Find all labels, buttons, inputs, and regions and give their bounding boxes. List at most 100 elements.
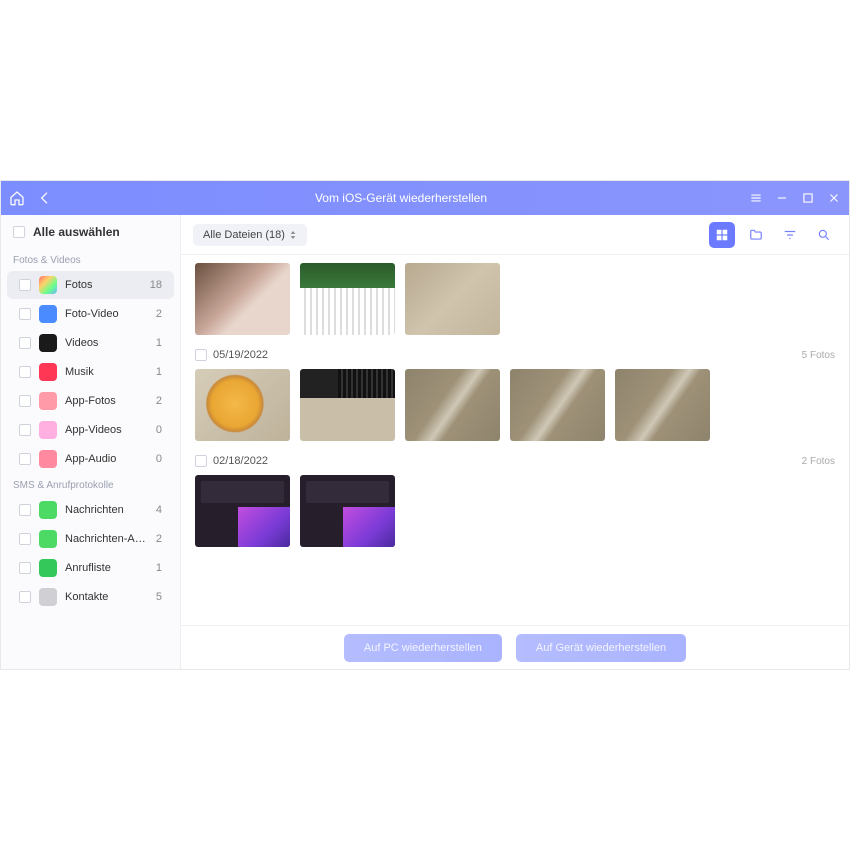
sidebar-item-musik[interactable]: Musik1 bbox=[7, 358, 174, 386]
sidebar-item-checkbox[interactable] bbox=[19, 504, 31, 516]
photo-thumbnail[interactable] bbox=[405, 263, 500, 335]
sidebar-item-checkbox[interactable] bbox=[19, 279, 31, 291]
menu-icon[interactable] bbox=[749, 191, 763, 205]
sidebar: Alle auswählen Fotos & VideosFotos18Foto… bbox=[1, 215, 181, 669]
date-checkbox[interactable] bbox=[195, 349, 207, 361]
date-label: 05/19/2022 bbox=[213, 349, 268, 361]
sidebar-item-count: 1 bbox=[156, 562, 162, 574]
sidebar-item-count: 2 bbox=[156, 308, 162, 320]
date-group: 02/18/2022 2 Fotos bbox=[195, 451, 835, 547]
sidebar-item-label: Nachrichten bbox=[65, 504, 148, 516]
musik-icon bbox=[39, 363, 57, 381]
filter-button[interactable] bbox=[777, 222, 803, 248]
sidebar-item-app-fotos[interactable]: App-Fotos 2 bbox=[7, 387, 174, 415]
sidebar-item-checkbox[interactable] bbox=[19, 562, 31, 574]
photo-thumbnail[interactable] bbox=[300, 475, 395, 547]
sidebar-item-checkbox[interactable] bbox=[19, 591, 31, 603]
sidebar-item-checkbox[interactable] bbox=[19, 453, 31, 465]
sidebar-item-checkbox[interactable] bbox=[19, 308, 31, 320]
filter-icon bbox=[783, 228, 797, 242]
anrufliste-icon bbox=[39, 559, 57, 577]
sidebar-item-count: 18 bbox=[150, 279, 162, 291]
select-all-label: Alle auswählen bbox=[33, 225, 120, 239]
date-header[interactable]: 02/18/2022 2 Fotos bbox=[195, 451, 835, 475]
folder-icon bbox=[749, 228, 763, 242]
date-checkbox[interactable] bbox=[195, 455, 207, 467]
select-all-checkbox[interactable] bbox=[13, 226, 25, 238]
search-icon bbox=[817, 228, 831, 242]
sidebar-item-checkbox[interactable] bbox=[19, 424, 31, 436]
app-window: Vom iOS-Gerät wiederherstellen Alle ausw… bbox=[0, 180, 850, 670]
photo-thumbnail[interactable] bbox=[615, 369, 710, 441]
sidebar-item-checkbox[interactable] bbox=[19, 366, 31, 378]
sidebar-item-label: Foto-Video bbox=[65, 308, 148, 320]
content-toolbar: Alle Dateien (18) bbox=[181, 215, 849, 255]
nachrichten-anlagen-icon bbox=[39, 530, 57, 548]
file-filter-dropdown[interactable]: Alle Dateien (18) bbox=[193, 224, 307, 246]
app-audio-icon bbox=[39, 450, 57, 468]
window-title: Vom iOS-Gerät wiederherstellen bbox=[53, 191, 749, 205]
photo-thumbnail[interactable] bbox=[300, 263, 395, 335]
foto-video-icon bbox=[39, 305, 57, 323]
date-count: 2 Fotos bbox=[802, 456, 835, 467]
date-label: 02/18/2022 bbox=[213, 455, 268, 467]
sidebar-item-label: Anrufliste bbox=[65, 562, 148, 574]
sidebar-item-checkbox[interactable] bbox=[19, 395, 31, 407]
sidebar-item-count: 1 bbox=[156, 337, 162, 349]
sidebar-item-nachrichten[interactable]: Nachrichten4 bbox=[7, 496, 174, 524]
sidebar-item-anrufliste[interactable]: Anrufliste 1 bbox=[7, 554, 174, 582]
updown-icon bbox=[289, 231, 297, 239]
sidebar-item-checkbox[interactable] bbox=[19, 533, 31, 545]
photo-thumbnail[interactable] bbox=[195, 475, 290, 547]
sidebar-item-kontakte[interactable]: Kontakte5 bbox=[7, 583, 174, 611]
search-button[interactable] bbox=[811, 222, 837, 248]
sidebar-item-count: 1 bbox=[156, 366, 162, 378]
grid-icon bbox=[715, 228, 729, 242]
app-videos-icon bbox=[39, 421, 57, 439]
sidebar-item-foto-video[interactable]: Foto-Video 2 bbox=[7, 300, 174, 328]
sidebar-item-videos[interactable]: Videos 1 bbox=[7, 329, 174, 357]
grid-view-button[interactable] bbox=[709, 222, 735, 248]
main-panel: Alle Dateien (18) 05/19/2022 5 Fotos 02/18… bbox=[181, 215, 849, 669]
sidebar-item-label: App-Fotos bbox=[65, 395, 148, 407]
minimize-icon[interactable] bbox=[775, 191, 789, 205]
photo-thumbnail[interactable] bbox=[510, 369, 605, 441]
sidebar-item-label: App-Videos bbox=[65, 424, 148, 436]
sidebar-item-checkbox[interactable] bbox=[19, 337, 31, 349]
sidebar-item-label: Nachrichten-Anlagen bbox=[65, 533, 148, 545]
sidebar-item-count: 0 bbox=[156, 453, 162, 465]
date-group bbox=[195, 263, 835, 335]
sidebar-section-label: Fotos & Videos bbox=[1, 249, 180, 270]
sidebar-item-count: 0 bbox=[156, 424, 162, 436]
restore-device-button[interactable]: Auf Gerät wiederherstellen bbox=[516, 634, 686, 662]
photo-thumbnail[interactable] bbox=[300, 369, 395, 441]
photo-thumbnail[interactable] bbox=[405, 369, 500, 441]
select-all-row[interactable]: Alle auswählen bbox=[1, 215, 180, 249]
date-count: 5 Fotos bbox=[802, 350, 835, 361]
close-icon[interactable] bbox=[827, 191, 841, 205]
sidebar-item-label: Videos bbox=[65, 337, 148, 349]
sidebar-item-app-audio[interactable]: App-Audio 0 bbox=[7, 445, 174, 473]
back-icon[interactable] bbox=[37, 190, 53, 206]
sidebar-item-count: 2 bbox=[156, 395, 162, 407]
sidebar-item-app-videos[interactable]: App-Videos 0 bbox=[7, 416, 174, 444]
nachrichten-icon bbox=[39, 501, 57, 519]
sidebar-section-label: SMS & Anrufprotokolle bbox=[1, 474, 180, 495]
sidebar-item-label: App-Audio bbox=[65, 453, 148, 465]
fotos-icon bbox=[39, 276, 57, 294]
sidebar-item-count: 5 bbox=[156, 591, 162, 603]
file-filter-label: Alle Dateien (18) bbox=[203, 229, 285, 241]
sidebar-item-nachrichten-anlagen[interactable]: Nachrichten-Anlagen2 bbox=[7, 525, 174, 553]
home-icon[interactable] bbox=[9, 190, 25, 206]
restore-pc-button[interactable]: Auf PC wiederherstellen bbox=[344, 634, 502, 662]
date-group: 05/19/2022 5 Fotos bbox=[195, 345, 835, 441]
folder-view-button[interactable] bbox=[743, 222, 769, 248]
sidebar-item-label: Fotos bbox=[65, 279, 142, 291]
footer-actions: Auf PC wiederherstellen Auf Gerät wieder… bbox=[181, 625, 849, 669]
photo-thumbnail[interactable] bbox=[195, 369, 290, 441]
titlebar: Vom iOS-Gerät wiederherstellen bbox=[1, 181, 849, 215]
photo-thumbnail[interactable] bbox=[195, 263, 290, 335]
sidebar-item-fotos[interactable]: Fotos 18 bbox=[7, 271, 174, 299]
date-header[interactable]: 05/19/2022 5 Fotos bbox=[195, 345, 835, 369]
maximize-icon[interactable] bbox=[801, 191, 815, 205]
